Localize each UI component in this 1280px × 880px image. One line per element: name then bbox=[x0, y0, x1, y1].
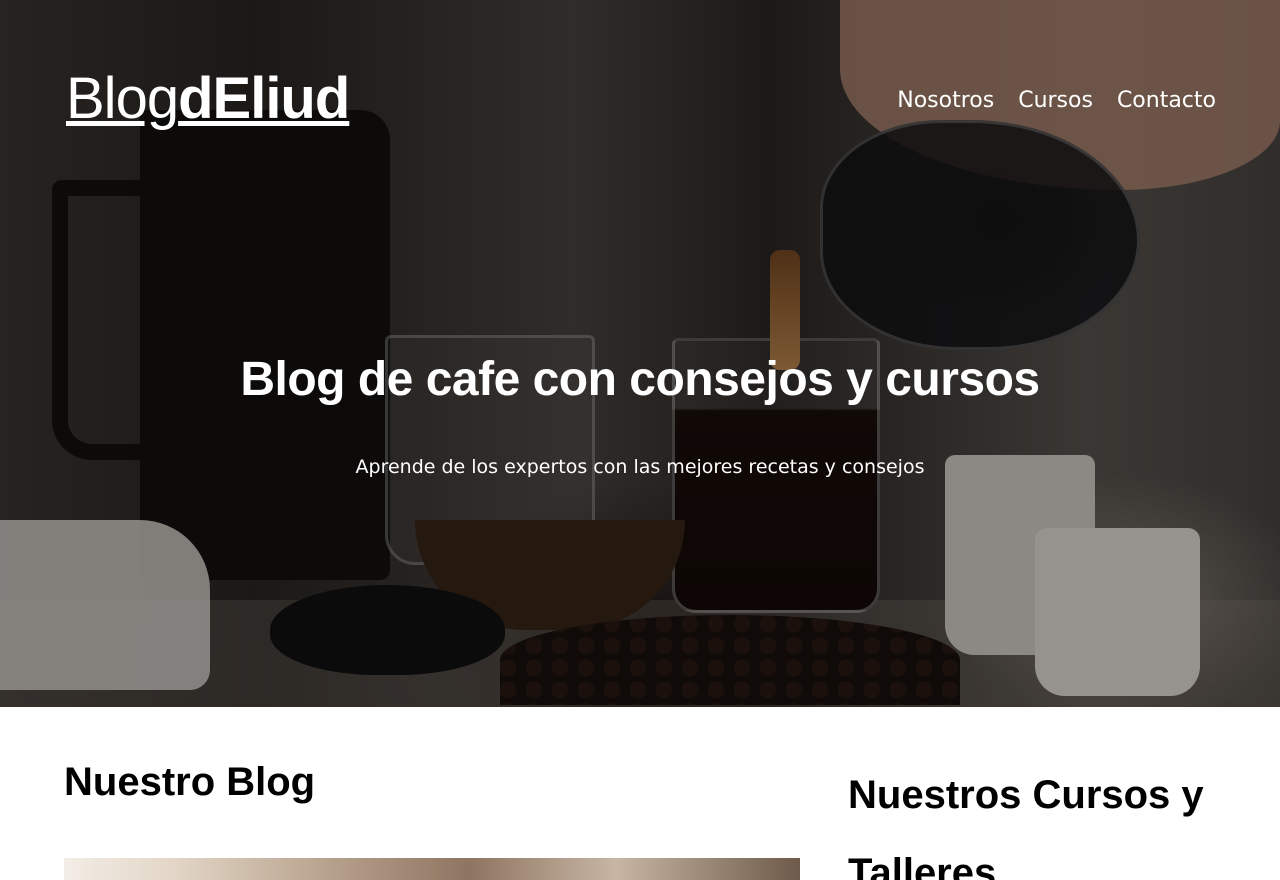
blog-post-image[interactable] bbox=[64, 858, 800, 880]
logo-text-bold: dEliud bbox=[178, 66, 350, 131]
hero-subtitle: Aprende de los expertos con las mejores … bbox=[355, 456, 925, 478]
blog-section-heading: Nuestro Blog bbox=[64, 760, 316, 804]
hero-banner: BlogdEliud Nosotros Cursos Contacto Blog… bbox=[0, 0, 1280, 707]
hero-title: Blog de cafe con consejos y cursos bbox=[240, 353, 1040, 406]
logo-text-light: Blog bbox=[66, 66, 179, 131]
nav-link-nosotros[interactable]: Nosotros bbox=[897, 88, 994, 113]
courses-section-heading: Nuestros Cursos y Talleres bbox=[848, 773, 1204, 880]
main-navigation: Nosotros Cursos Contacto bbox=[897, 88, 1216, 113]
site-logo[interactable]: BlogdEliud bbox=[66, 70, 350, 128]
nav-link-cursos[interactable]: Cursos bbox=[1018, 88, 1093, 113]
nav-link-contacto[interactable]: Contacto bbox=[1117, 88, 1216, 113]
